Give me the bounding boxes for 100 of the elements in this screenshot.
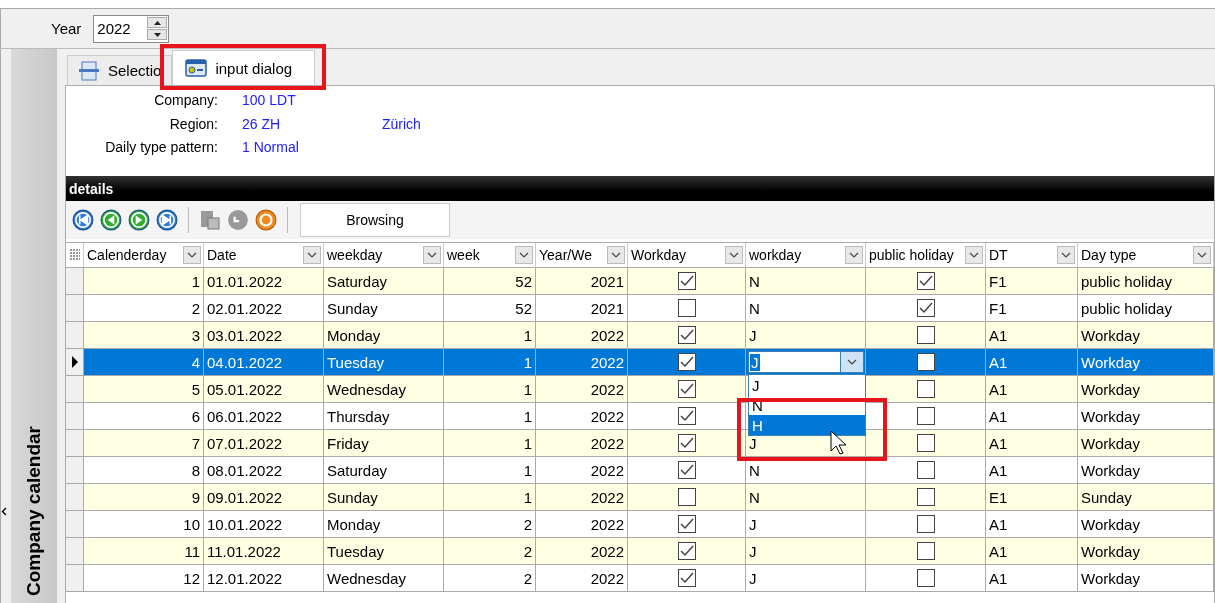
chevron-down-icon	[969, 252, 979, 258]
filter-button[interactable]	[725, 246, 743, 264]
table-cell: Sunday	[1078, 484, 1214, 511]
checkbox[interactable]	[677, 461, 696, 479]
chevron-down-icon	[849, 252, 859, 258]
table-cell: A1	[986, 322, 1078, 349]
previous-record-icon[interactable]	[100, 209, 122, 231]
filter-button[interactable]	[845, 246, 863, 264]
table-cell: 1	[84, 268, 204, 295]
table-cell: 2022	[536, 322, 628, 349]
table-cell: 2022	[536, 376, 628, 403]
dropdown-option[interactable]: H	[749, 415, 865, 435]
table-cell: 9	[84, 484, 204, 511]
checkbox[interactable]	[916, 488, 935, 506]
chevron-down-icon	[519, 252, 529, 258]
checkbox[interactable]	[677, 488, 696, 506]
checkbox[interactable]	[916, 272, 935, 290]
table-cell: 2022	[536, 430, 628, 457]
filter-button[interactable]	[1057, 246, 1075, 264]
checkbox[interactable]	[916, 380, 935, 398]
year-spinner[interactable]: 2022	[93, 14, 170, 43]
column-header[interactable]: week	[447, 247, 480, 263]
table-cell: E1	[986, 484, 1078, 511]
table-cell: 2022	[536, 349, 628, 376]
table-cell: Workday	[1078, 430, 1214, 457]
column-header[interactable]: DT	[989, 247, 1008, 263]
table-cell: 1	[444, 484, 536, 511]
column-header[interactable]: Day type	[1081, 247, 1137, 263]
table-cell: N	[746, 268, 866, 295]
filter-button[interactable]	[303, 246, 321, 264]
table-cell: A1	[986, 538, 1078, 565]
filter-button[interactable]	[1193, 246, 1211, 264]
checkbox[interactable]	[677, 407, 696, 425]
table-cell: Wednesday	[324, 565, 444, 592]
field-value: Zürich	[381, 115, 422, 133]
document-icon[interactable]	[199, 209, 221, 231]
tab[interactable]: Selectio	[67, 55, 173, 85]
checkbox[interactable]	[916, 461, 935, 479]
checkbox[interactable]	[677, 299, 696, 317]
table-cell: 07.01.2022	[204, 430, 324, 457]
checkbox[interactable]	[916, 515, 935, 533]
chevron-down-icon	[307, 252, 317, 258]
code-dropdown[interactable]: J	[748, 351, 864, 373]
checkbox[interactable]	[916, 326, 935, 344]
checkbox[interactable]	[916, 569, 935, 587]
dropdown-option[interactable]: J	[749, 375, 865, 395]
column-header[interactable]: Date	[207, 247, 237, 263]
column-chooser-icon[interactable]	[69, 249, 80, 261]
table-cell: A1	[986, 565, 1078, 592]
tab[interactable]: input dialog	[172, 50, 316, 85]
table-cell: 1	[444, 376, 536, 403]
column-header[interactable]: weekday	[327, 247, 383, 263]
table-cell: 1	[444, 349, 536, 376]
refresh-icon[interactable]	[255, 209, 277, 231]
table-cell: Workday	[1078, 376, 1214, 403]
last-record-icon[interactable]	[156, 209, 178, 231]
table-cell: 52	[444, 268, 536, 295]
row-header[interactable]	[66, 349, 84, 376]
filter-button[interactable]	[965, 246, 983, 264]
table-cell: A1	[986, 349, 1078, 376]
checkbox[interactable]	[677, 434, 696, 452]
checkbox[interactable]	[916, 434, 935, 452]
filter-button[interactable]	[423, 246, 441, 264]
checkbox[interactable]	[677, 353, 696, 371]
first-record-icon[interactable]	[72, 209, 94, 231]
year-label: Year	[51, 20, 82, 37]
filter-button[interactable]	[607, 246, 625, 264]
checkbox[interactable]	[677, 272, 696, 290]
table-cell: Wednesday	[324, 376, 444, 403]
table-cell: Workday	[1078, 565, 1214, 592]
undo-icon[interactable]	[227, 209, 249, 231]
column-header[interactable]: Workday	[631, 247, 686, 263]
filter-button[interactable]	[515, 246, 533, 264]
checkbox[interactable]	[916, 353, 935, 371]
table-cell: Saturday	[324, 268, 444, 295]
table-cell: A1	[986, 430, 1078, 457]
checkbox[interactable]	[677, 569, 696, 587]
checkbox[interactable]	[677, 542, 696, 560]
checkbox[interactable]	[916, 542, 935, 560]
table-cell: 2	[444, 565, 536, 592]
table-cell: 1	[444, 322, 536, 349]
status-field: Browsing	[300, 203, 450, 237]
section-header: details	[66, 176, 1214, 201]
filter-button[interactable]	[183, 246, 201, 264]
checkbox[interactable]	[677, 326, 696, 344]
next-record-icon[interactable]	[128, 209, 150, 231]
checkbox[interactable]	[677, 380, 696, 398]
field-label: Region:	[168, 115, 218, 133]
sidebar-panel[interactable]: Company calendar	[11, 49, 63, 603]
table-cell: 4	[84, 349, 204, 376]
table-cell: J	[746, 538, 866, 565]
checkbox[interactable]	[677, 515, 696, 533]
checkbox[interactable]	[916, 299, 935, 317]
checkbox[interactable]	[916, 407, 935, 425]
field-value: 100 LDT	[241, 92, 297, 109]
row-pointer-icon	[71, 356, 78, 368]
table-cell: 05.01.2022	[204, 376, 324, 403]
column-header[interactable]: workday	[749, 247, 802, 263]
table-cell: F1	[986, 268, 1078, 295]
table-cell: Tuesday	[324, 349, 444, 376]
